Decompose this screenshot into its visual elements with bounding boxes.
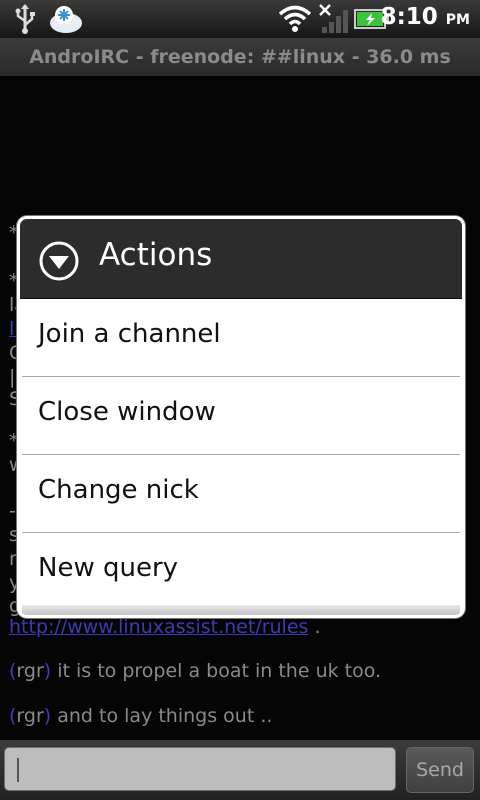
chat-message-link: http://www.linuxassist.net/rules . — [9, 616, 321, 638]
text-caret — [17, 758, 19, 782]
menu-item-label: Change nick — [38, 475, 199, 505]
chat-fragment: r — [9, 548, 17, 570]
menu-item-new-query[interactable]: New query — [22, 533, 460, 610]
clock: 8:10 PM — [380, 4, 470, 30]
app-notification-icon — [50, 6, 82, 33]
dialog-title: Actions — [99, 237, 213, 273]
window-title: AndroIRC - freenode: ##linux - 36.0 ms — [0, 38, 480, 76]
menu-item-label: Join a channel — [38, 319, 221, 349]
dialog-footer-bar — [22, 605, 460, 615]
menu-item-label: Close window — [38, 397, 216, 427]
message-text: and to lay things out .. — [51, 705, 273, 727]
rules-link[interactable]: http://www.linuxassist.net/rules — [9, 616, 308, 638]
send-button[interactable]: Send — [406, 747, 474, 793]
status-bar: 8:10 PM — [0, 0, 480, 39]
wifi-icon — [278, 5, 312, 32]
dropdown-circle-icon — [39, 241, 79, 281]
usb-icon — [15, 4, 35, 34]
input-bar: Send — [0, 740, 480, 800]
chat-message: (rgr) and to lay things out .. — [9, 705, 272, 727]
chat-message: (rgr) it is to propel a boat in the uk t… — [9, 660, 381, 682]
menu-item-close-window[interactable]: Close window — [22, 377, 460, 455]
dialog-header: Actions — [20, 219, 462, 299]
link-suffix: . — [308, 616, 321, 638]
menu-item-label: New query — [38, 553, 179, 583]
menu-item-change-nick[interactable]: Change nick — [22, 455, 460, 533]
nick[interactable]: rgr — [16, 660, 43, 682]
message-text: it is to propel a boat in the uk too. — [51, 660, 382, 682]
menu-item-join-channel[interactable]: Join a channel — [22, 299, 460, 377]
actions-dialog: Actions Join a channel Close window Chan… — [17, 216, 465, 618]
message-input[interactable] — [4, 747, 396, 791]
no-signal-icon — [319, 4, 348, 33]
chat-fragment: | — [9, 366, 16, 388]
nick[interactable]: rgr — [16, 705, 43, 727]
